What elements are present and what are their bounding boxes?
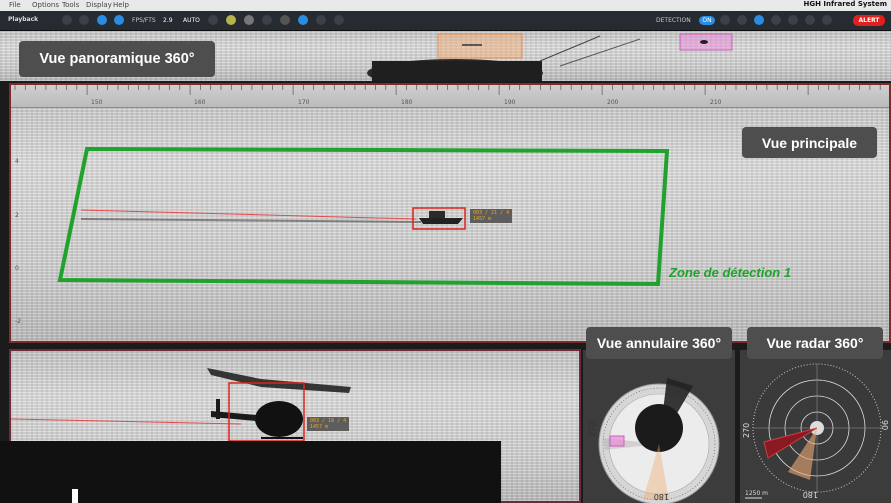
settings-icon[interactable] (822, 15, 832, 25)
heli-readout: 003 / 18 / 4 1457 m (307, 417, 350, 431)
location-icon[interactable] (334, 15, 344, 25)
cross-icon[interactable] (208, 15, 218, 25)
filter-icon[interactable] (771, 15, 781, 25)
auto-button[interactable]: AUTO (183, 17, 200, 24)
heli-track-line (11, 418, 242, 425)
radar-range-label: 1250 m (745, 490, 768, 497)
menu-options[interactable]: Options (32, 1, 59, 9)
radar-display: 270 90 180 1250 m (742, 363, 889, 499)
overlay-panel (0, 441, 501, 503)
funnel-icon[interactable] (788, 15, 798, 25)
close-icon[interactable] (805, 15, 815, 25)
panoramic-view[interactable]: Vue panoramique 360° (0, 31, 891, 81)
panoramic-title: Vue panoramique 360° (19, 41, 215, 77)
toolbar: Playback FPS/FTS 2.9 AUTO DETECTION ON A… (0, 11, 891, 31)
boat-readout-line: 1457 m (473, 216, 492, 222)
gain-value[interactable]: 2.9 (163, 17, 173, 24)
main-view[interactable]: 150 160 170 180 190 200 210 4 2 0 -2 -4 … (9, 83, 891, 343)
annular-label-bottom: 180 (654, 492, 669, 501)
target-icon[interactable] (737, 15, 747, 25)
record-icon[interactable] (97, 15, 107, 25)
main-overlay (57, 146, 670, 287)
annular-label-left: 270 (588, 422, 597, 437)
contrast-icon[interactable] (244, 15, 254, 25)
alert-button[interactable]: ALERT (853, 15, 885, 26)
info-icon[interactable] (316, 15, 326, 25)
menu-file[interactable]: File (9, 1, 21, 9)
stop-icon[interactable] (62, 15, 72, 25)
zone-label: Zone de détection 1 (669, 265, 792, 280)
menu-help[interactable]: Help (113, 1, 129, 9)
sun-icon[interactable] (226, 15, 236, 25)
camera-icon[interactable] (298, 15, 308, 25)
detection-label: DETECTION (656, 17, 691, 24)
boat-readout: 003 / 21 / 4 1457 m (470, 209, 513, 223)
boat-target (412, 207, 466, 230)
main-title: Vue principale (742, 127, 877, 158)
menu-display[interactable]: Display (86, 1, 112, 9)
annular-display: 270 180 (588, 378, 720, 503)
palette-icon[interactable] (280, 15, 290, 25)
detection-zone (57, 146, 670, 287)
annular-title: Vue annulaire 360° (586, 327, 732, 359)
radar-view[interactable]: 270 90 180 1250 m (740, 350, 891, 503)
fps-label: FPS/FTS (132, 17, 156, 24)
boat-track-line (80, 209, 417, 220)
sync-icon[interactable] (114, 15, 124, 25)
radar-label-left: 270 (742, 423, 751, 438)
track-icon[interactable] (754, 15, 764, 25)
radar-label-bottom: 180 (803, 490, 818, 499)
brightness-icon[interactable] (262, 15, 272, 25)
detection-toggle[interactable]: ON (699, 16, 715, 25)
radar-label-right: 90 (880, 420, 889, 430)
app-title: HGH Infrared System (803, 0, 887, 8)
mode-label[interactable]: Playback (8, 16, 38, 23)
heli-readout-line: 1457 m (310, 424, 329, 430)
annular-view[interactable]: 270 180 (583, 350, 735, 503)
radar-title: Vue radar 360° (747, 327, 883, 359)
play-icon[interactable] (79, 15, 89, 25)
menu-tools[interactable]: Tools (62, 1, 79, 9)
zone-icon[interactable] (720, 15, 730, 25)
